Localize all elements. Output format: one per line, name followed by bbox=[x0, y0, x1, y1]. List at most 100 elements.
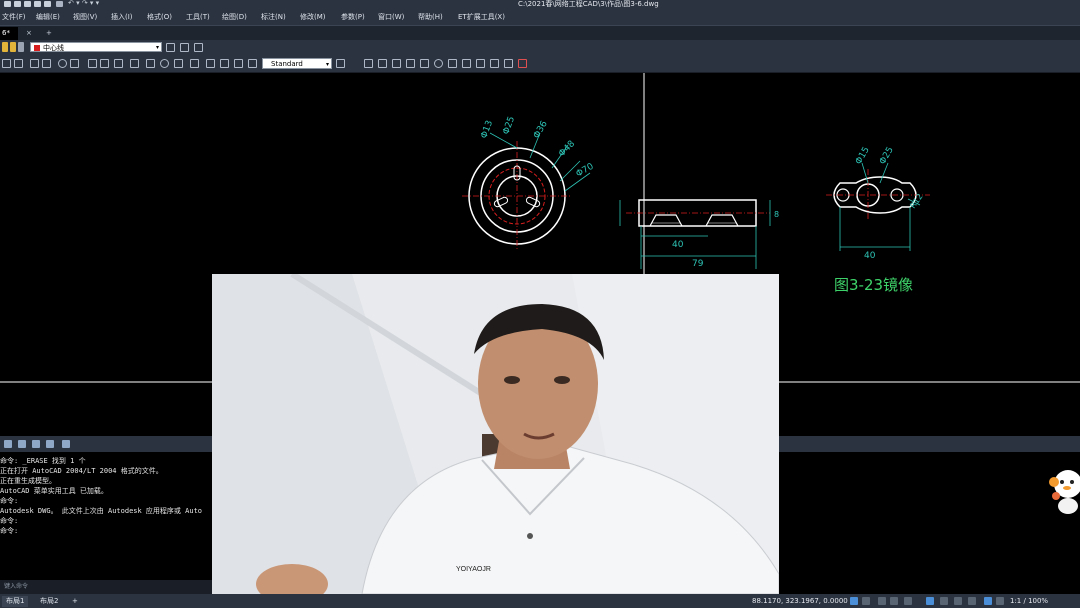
drawing-caption: 图3-23镜像 bbox=[834, 276, 913, 294]
osnap-insert-icon[interactable] bbox=[504, 59, 513, 68]
edit-text-icon[interactable] bbox=[220, 59, 229, 68]
menu-view[interactable]: 视图(V) bbox=[73, 12, 97, 22]
dim-label: Φ25 bbox=[878, 145, 896, 166]
new-icon[interactable] bbox=[14, 1, 21, 7]
baseline-icon[interactable] bbox=[100, 59, 109, 68]
annotation-icon[interactable] bbox=[996, 597, 1004, 605]
inspect-icon[interactable] bbox=[174, 59, 183, 68]
new-layout-button[interactable]: + bbox=[68, 596, 82, 607]
command-log-line: Autodesk DWG。 此文件上次由 Autodesk 应用程序或 Auto bbox=[0, 507, 203, 515]
dimension-toolbar: Standard ▾ bbox=[0, 56, 1080, 73]
snap-icon[interactable] bbox=[862, 597, 870, 605]
menu-insert[interactable]: 插入(I) bbox=[111, 12, 133, 22]
new-tab-button[interactable]: + bbox=[40, 27, 58, 40]
osnap-endpoint-icon[interactable] bbox=[364, 59, 373, 68]
print-icon[interactable] bbox=[44, 1, 51, 7]
jogged-icon[interactable] bbox=[70, 59, 79, 68]
command-log-line: 正在打开 AutoCAD 2004/LT 2004 格式的文件。 bbox=[0, 467, 163, 475]
menu-modify[interactable]: 修改(M) bbox=[300, 12, 326, 22]
menu-help[interactable]: 帮助(H) bbox=[418, 12, 443, 22]
app-icon[interactable] bbox=[4, 1, 11, 7]
osnap-center-icon[interactable] bbox=[434, 59, 443, 68]
print-preview-icon[interactable] bbox=[56, 1, 63, 7]
dim-label: Φ13 bbox=[479, 119, 495, 140]
mascot-icon bbox=[1049, 470, 1080, 514]
menu-parameter[interactable]: 参数(P) bbox=[341, 12, 365, 22]
selection-cycling-icon[interactable] bbox=[984, 597, 992, 605]
osnap-extension-icon[interactable] bbox=[420, 59, 429, 68]
osnap-parallel-icon[interactable] bbox=[490, 59, 499, 68]
menu-edit[interactable]: 编辑(E) bbox=[36, 12, 60, 22]
radius-icon[interactable] bbox=[58, 59, 67, 68]
polar-icon[interactable] bbox=[890, 597, 898, 605]
command-log-line: AutoCAD 菜单实用工具 已加载。 bbox=[0, 487, 108, 495]
osnap-perpendicular-icon[interactable] bbox=[476, 59, 485, 68]
edit-dim-icon[interactable] bbox=[206, 59, 215, 68]
arc-length-icon[interactable] bbox=[30, 59, 39, 68]
grid-icon[interactable] bbox=[850, 597, 858, 605]
layer-states-icon[interactable] bbox=[194, 43, 203, 52]
drawing-tab-strip: 6* × + bbox=[0, 25, 1080, 41]
tab-layout2[interactable]: 布局2 bbox=[36, 596, 62, 607]
osnap-intersection-icon[interactable] bbox=[392, 59, 401, 68]
menu-format[interactable]: 格式(O) bbox=[147, 12, 172, 22]
osnap-quadrant-icon[interactable] bbox=[448, 59, 457, 68]
command-input[interactable]: 键入命令 bbox=[0, 580, 212, 594]
command-log-line: 命令: bbox=[0, 497, 19, 505]
menu-window[interactable]: 窗口(W) bbox=[378, 12, 404, 22]
layer-dropdown[interactable]: 中心线 ▾ bbox=[30, 42, 162, 52]
customize-icon[interactable] bbox=[62, 440, 70, 448]
tolerance-icon[interactable] bbox=[146, 59, 155, 68]
menu-draw[interactable]: 绘图(D) bbox=[222, 12, 247, 22]
dim-style-dropdown[interactable]: Standard ▾ bbox=[262, 58, 332, 69]
osnap-icon[interactable] bbox=[926, 597, 934, 605]
aligned-dim-icon[interactable] bbox=[14, 59, 23, 68]
linear-dim-icon[interactable] bbox=[2, 59, 11, 68]
dim-style-manager-icon[interactable] bbox=[336, 59, 345, 68]
command-log-line: 命令: bbox=[0, 517, 19, 525]
osnap-apparent-icon[interactable] bbox=[406, 59, 415, 68]
tab-layout1[interactable]: 布局1 bbox=[2, 596, 29, 607]
make-current-layer-icon[interactable] bbox=[166, 43, 175, 52]
osnap-settings-icon[interactable] bbox=[518, 59, 527, 68]
layout-icon[interactable] bbox=[46, 440, 54, 448]
undo-icon[interactable]: ↶ ▾ ↷ ▾ ▾ bbox=[68, 0, 99, 7]
space-icon[interactable] bbox=[130, 59, 139, 68]
osnap-tangent-icon[interactable] bbox=[462, 59, 471, 68]
menu-file[interactable]: 文件(F) bbox=[2, 12, 26, 22]
tab-current-drawing[interactable]: 6* bbox=[0, 27, 18, 40]
history-icon[interactable] bbox=[32, 440, 40, 448]
dim-label: Φ15 bbox=[854, 145, 872, 166]
otrack-icon[interactable] bbox=[940, 597, 948, 605]
annotation-scale[interactable]: 1:1 / 100% bbox=[1010, 596, 1048, 607]
menu-tools[interactable]: 工具(T) bbox=[186, 12, 210, 22]
close-tab-icon[interactable]: × bbox=[20, 27, 38, 40]
presenter-video bbox=[212, 274, 779, 594]
lineweight-icon[interactable] bbox=[954, 597, 962, 605]
menu-dimension[interactable]: 标注(N) bbox=[261, 12, 286, 22]
dim-label: Φ25 bbox=[501, 115, 517, 136]
transparency-icon[interactable] bbox=[968, 597, 976, 605]
save-icon[interactable] bbox=[34, 1, 41, 7]
continue-icon[interactable] bbox=[114, 59, 123, 68]
dim-style-icon[interactable] bbox=[248, 59, 257, 68]
center-mark-icon[interactable] bbox=[160, 59, 169, 68]
jogged-linear-icon[interactable] bbox=[190, 59, 199, 68]
sun-icon[interactable] bbox=[10, 42, 16, 52]
osnap-midpoint-icon[interactable] bbox=[378, 59, 387, 68]
close-icon[interactable] bbox=[4, 440, 12, 448]
layer-name: 中心线 bbox=[43, 44, 64, 52]
menu-et-tools[interactable]: ET扩展工具(X) bbox=[458, 12, 505, 22]
update-icon[interactable] bbox=[234, 59, 243, 68]
layer-toolbar: 中心线 ▾ bbox=[0, 40, 1080, 56]
settings-icon[interactable] bbox=[18, 440, 26, 448]
layer-previous-icon[interactable] bbox=[180, 43, 189, 52]
lightbulb-icon[interactable] bbox=[2, 42, 8, 52]
quick-dim-icon[interactable] bbox=[88, 59, 97, 68]
ordinate-icon[interactable] bbox=[42, 59, 51, 68]
title-bar: ↶ ▾ ↷ ▾ ▾ C:\2021春\网络工程CAD\3\作品\图3-6.dwg bbox=[0, 0, 1080, 9]
isodraft-icon[interactable] bbox=[904, 597, 912, 605]
open-icon[interactable] bbox=[24, 1, 31, 7]
ortho-icon[interactable] bbox=[878, 597, 886, 605]
lock-icon[interactable] bbox=[18, 42, 24, 52]
